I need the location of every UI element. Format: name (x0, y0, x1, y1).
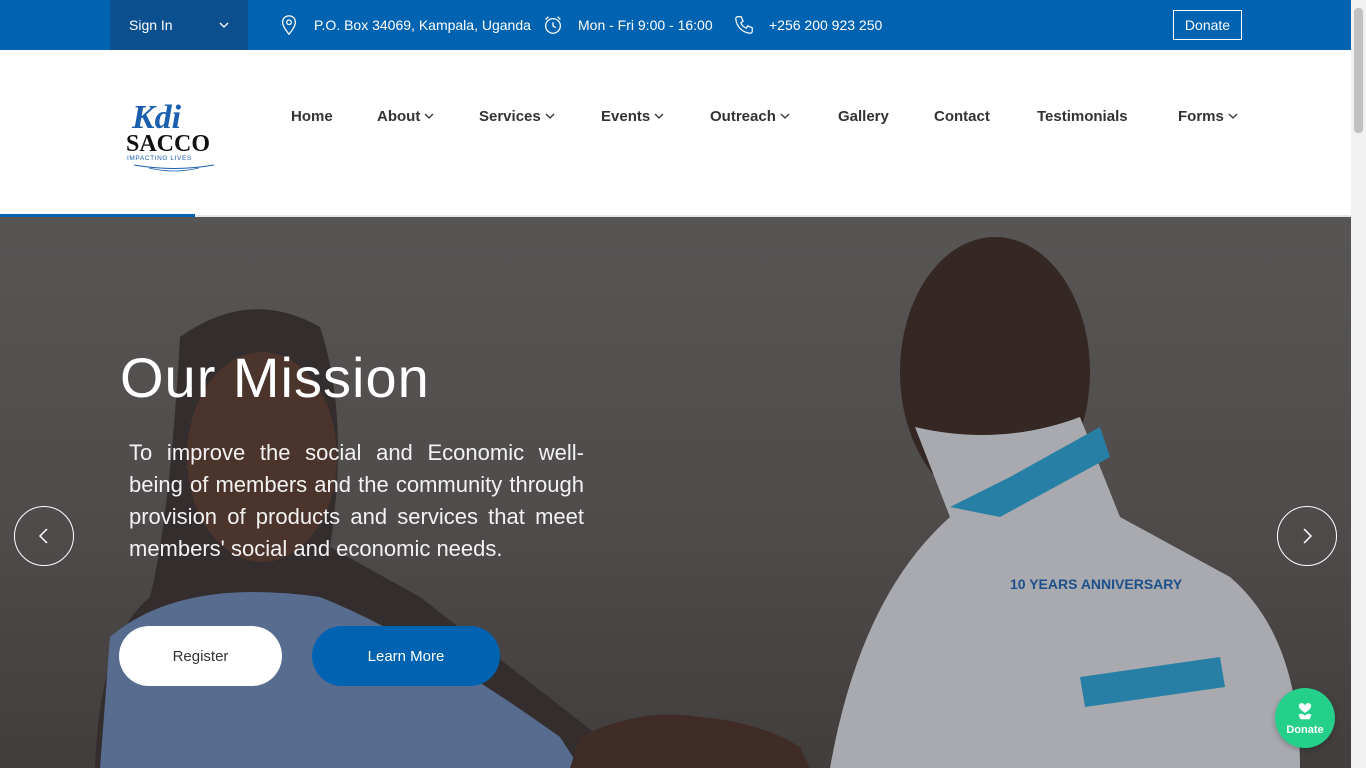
chevron-down-icon (424, 113, 434, 119)
heart-hand-icon (1298, 703, 1312, 720)
hero-description: To improve the social and Economic well-… (129, 440, 584, 561)
slider-prev-button[interactable] (14, 506, 74, 566)
chevron-down-icon (654, 113, 664, 119)
nav-gallery[interactable]: Gallery (838, 106, 889, 126)
sign-in-label: Sign In (129, 17, 173, 33)
arrow-left-icon (38, 528, 48, 544)
nav-about-label: About (377, 107, 421, 125)
nav-forms-label: Forms (1178, 107, 1224, 125)
hero-title: Our Mission (120, 346, 430, 409)
address-text: P.O. Box 34069, Kampala, Uganda (314, 17, 531, 33)
page-scrollbar[interactable] (1351, 0, 1366, 768)
svg-text:SACCO: SACCO (126, 131, 210, 157)
nav-home-label: Home (291, 107, 333, 125)
arrow-right-icon (1303, 528, 1313, 544)
phone-text: +256 200 923 250 (769, 17, 883, 33)
nav-gallery-label: Gallery (838, 107, 889, 125)
nav-contact-label: Contact (934, 107, 990, 125)
nav-services-label: Services (479, 107, 541, 125)
site-header: Kdi SACCO IMPACTING LIVES Home About Ser… (0, 50, 1351, 218)
slider-next-button[interactable] (1277, 506, 1337, 566)
nav-forms[interactable]: Forms (1178, 106, 1238, 126)
hours-text: Mon - Fri 9:00 - 16:00 (578, 17, 713, 33)
address-info: P.O. Box 34069, Kampala, Uganda (278, 0, 531, 50)
donate-top-button[interactable]: Donate (1173, 10, 1242, 40)
hero-slider: 10 YEARS ANNIVERSARY Our Mission To impr… (0, 217, 1351, 768)
svg-text:IMPACTING LIVES: IMPACTING LIVES (127, 155, 192, 162)
register-button[interactable]: Register (119, 626, 282, 686)
nav-home[interactable]: Home (291, 106, 333, 126)
scrollbar-thumb[interactable] (1354, 8, 1363, 133)
nav-events[interactable]: Events (601, 106, 664, 126)
kdi-sacco-logo[interactable]: Kdi SACCO IMPACTING LIVES (124, 92, 224, 174)
nav-testimonials-label: Testimonials (1037, 107, 1128, 125)
sign-in-dropdown[interactable]: Sign In (110, 0, 248, 50)
learn-more-button[interactable]: Learn More (312, 626, 500, 686)
chevron-down-icon (545, 113, 555, 119)
floating-donate-button[interactable]: Donate (1275, 688, 1335, 748)
phone-icon (735, 16, 753, 34)
chevron-down-icon (219, 22, 229, 28)
nav-services[interactable]: Services (479, 106, 555, 126)
location-pin-icon (281, 15, 297, 36)
clock-icon (545, 16, 561, 34)
nav-testimonials[interactable]: Testimonials (1037, 106, 1128, 126)
nav-about[interactable]: About (377, 106, 434, 126)
hours-info: Mon - Fri 9:00 - 16:00 (542, 0, 713, 50)
phone-info: +256 200 923 250 (733, 0, 882, 50)
nav-events-label: Events (601, 107, 651, 125)
nav-outreach-label: Outreach (710, 107, 776, 125)
floating-donate-label: Donate (1286, 724, 1324, 736)
chevron-down-icon (780, 113, 790, 119)
nav-contact[interactable]: Contact (934, 106, 990, 126)
chevron-down-icon (1228, 113, 1238, 119)
top-bar: Sign In P.O. Box 34069, Kampala, Uganda … (0, 0, 1351, 50)
nav-outreach[interactable]: Outreach (710, 106, 790, 126)
